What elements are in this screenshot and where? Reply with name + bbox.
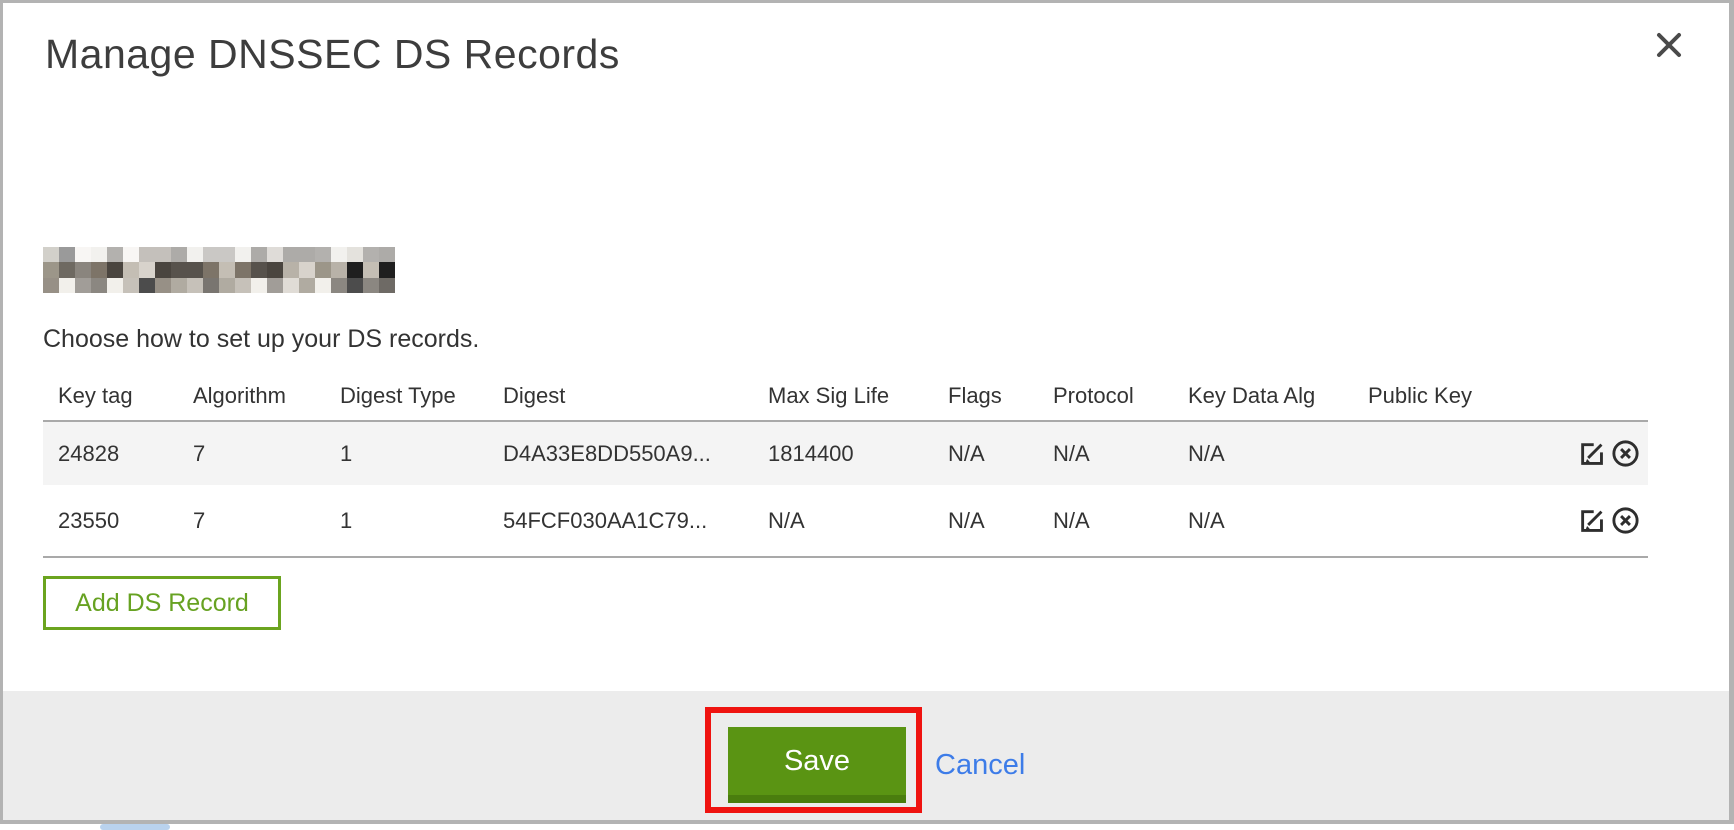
add-ds-record-button[interactable]: Add DS Record <box>43 576 281 630</box>
cell-digest-type: 1 <box>340 441 503 467</box>
header-digest-type: Digest Type <box>340 383 503 409</box>
header-flags: Flags <box>948 383 1053 409</box>
row-actions <box>1556 437 1648 470</box>
cell-algorithm: 7 <box>193 441 340 467</box>
cell-key-tag: 24828 <box>58 441 193 467</box>
cell-key-tag: 23550 <box>58 508 193 534</box>
ds-records-table: Key tag Algorithm Digest Type Digest Max… <box>43 371 1648 558</box>
instruction-text: Choose how to set up your DS records. <box>43 325 479 354</box>
cell-flags: N/A <box>948 441 1053 467</box>
cell-key-data-alg: N/A <box>1188 441 1368 467</box>
table-row: 24828 7 1 D4A33E8DD550A9... 1814400 N/A … <box>43 420 1648 485</box>
dialog-title: Manage DNSSEC DS Records <box>45 31 620 78</box>
cell-digest-type: 1 <box>340 508 503 534</box>
cancel-link[interactable]: Cancel <box>935 749 1025 782</box>
header-max-sig-life: Max Sig Life <box>768 383 948 409</box>
cell-protocol: N/A <box>1053 441 1188 467</box>
header-digest: Digest <box>503 383 768 409</box>
edit-icon[interactable] <box>1575 504 1608 537</box>
header-protocol: Protocol <box>1053 383 1188 409</box>
cell-max-sig-life: N/A <box>768 508 948 534</box>
manage-dnssec-dialog: Manage DNSSEC DS Records Choose how to s… <box>0 0 1734 824</box>
cell-algorithm: 7 <box>193 508 340 534</box>
header-public-key: Public Key <box>1368 383 1556 409</box>
cell-flags: N/A <box>948 508 1053 534</box>
header-key-tag: Key tag <box>58 383 193 409</box>
cell-digest: D4A33E8DD550A9... <box>503 441 768 467</box>
table-header-row: Key tag Algorithm Digest Type Digest Max… <box>43 371 1648 420</box>
cell-protocol: N/A <box>1053 508 1188 534</box>
save-button[interactable]: Save <box>728 727 906 803</box>
close-icon[interactable] <box>1653 29 1685 61</box>
redacted-domain-name <box>43 247 395 293</box>
table-row: 23550 7 1 54FCF030AA1C79... N/A N/A N/A … <box>43 485 1648 558</box>
background-page-artifact <box>100 824 170 830</box>
edit-icon[interactable] <box>1575 437 1608 470</box>
cell-key-data-alg: N/A <box>1188 508 1368 534</box>
header-algorithm: Algorithm <box>193 383 340 409</box>
delete-icon[interactable] <box>1609 504 1642 537</box>
row-actions <box>1556 504 1648 537</box>
header-key-data-alg: Key Data Alg <box>1188 383 1368 409</box>
cell-max-sig-life: 1814400 <box>768 441 948 467</box>
cell-digest: 54FCF030AA1C79... <box>503 508 768 534</box>
delete-icon[interactable] <box>1609 437 1642 470</box>
